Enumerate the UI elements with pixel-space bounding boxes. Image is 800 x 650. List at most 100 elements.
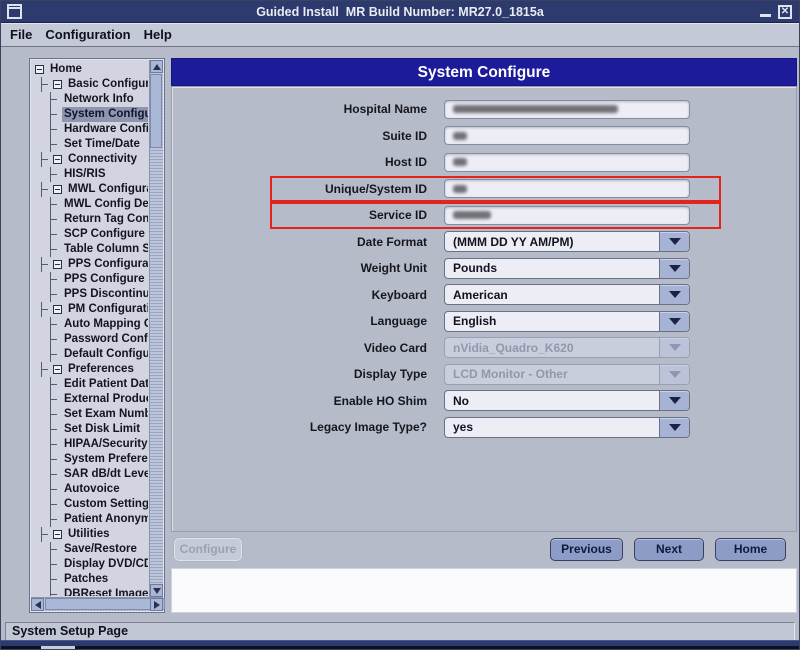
collapse-minus-icon[interactable] — [53, 80, 62, 89]
tree-item-default-configurat[interactable]: Default Configurat — [33, 347, 148, 362]
tree-item-edit-patient-data[interactable]: Edit Patient Data — [33, 377, 148, 392]
video-card-dropdown: nVidia_Quadro_K620 — [444, 337, 690, 358]
chevron-down-icon[interactable] — [659, 391, 689, 410]
tree-item-pps-configuration[interactable]: PPS Configuration — [33, 257, 148, 272]
close-button[interactable]: ✕ — [778, 5, 792, 19]
collapse-minus-icon[interactable] — [53, 305, 62, 314]
tree-item-label: Set Disk Limit — [62, 422, 142, 437]
collapse-minus-icon[interactable] — [53, 530, 62, 539]
unique-system-id-field[interactable] — [444, 179, 690, 198]
collapse-minus-icon[interactable] — [53, 260, 62, 269]
tree-item-set-exam-number[interactable]: Set Exam Number — [33, 407, 148, 422]
scroll-right-icon[interactable] — [150, 598, 163, 611]
tree-item-basic-configuration[interactable]: Basic Configuration — [33, 77, 148, 92]
tree-item-preferences[interactable]: Preferences — [33, 362, 148, 377]
tree-item-display-dvd-cd-r[interactable]: Display DVD/CD-R — [33, 557, 148, 572]
tree-item-patient-anonymiza[interactable]: Patient Anonymiza — [33, 512, 148, 527]
chevron-down-icon[interactable] — [659, 285, 689, 304]
tree-connector — [50, 287, 59, 302]
chevron-down-icon[interactable] — [659, 312, 689, 331]
field-label-suite-id: Suite ID — [172, 129, 444, 143]
tree-item-autovoice[interactable]: Autovoice — [33, 482, 148, 497]
tree-item-connectivity[interactable]: Connectivity — [33, 152, 148, 167]
system-configure-form: Hospital NameSuite IDHost IDUnique/Syste… — [171, 86, 797, 532]
collapse-minus-icon[interactable] — [35, 65, 44, 74]
tree-connector — [50, 542, 59, 557]
horizontal-scroll-thumb[interactable] — [45, 598, 165, 610]
tree-item-save-restore[interactable]: Save/Restore — [33, 542, 148, 557]
field-label-host-id: Host ID — [172, 155, 444, 169]
scroll-left-icon[interactable] — [31, 598, 44, 611]
date-format-dropdown[interactable]: (MMM DD YY AM/PM) — [444, 231, 690, 252]
tree-item-network-info[interactable]: Network Info — [33, 92, 148, 107]
tree-item-label: Auto Mapping Con — [62, 317, 148, 332]
tree-item-his-ris[interactable]: HIS/RIS — [33, 167, 148, 182]
chevron-down-icon[interactable] — [659, 259, 689, 278]
configure-button[interactable]: Configure — [174, 538, 242, 561]
tree-item-pm-configuration[interactable]: PM Configuration — [33, 302, 148, 317]
tree-horizontal-scrollbar[interactable] — [31, 597, 163, 611]
tree-vertical-scrollbar[interactable] — [149, 60, 163, 597]
tree-connector — [41, 362, 50, 377]
keyboard-dropdown[interactable]: American — [444, 284, 690, 305]
tree-item-hipaa-security[interactable]: HIPAA/Security — [33, 437, 148, 452]
vertical-scroll-thumb[interactable] — [150, 74, 162, 148]
host-id-field[interactable] — [444, 153, 690, 172]
tree-item-set-time-date[interactable]: Set Time/Date — [33, 137, 148, 152]
tree-connector — [50, 437, 59, 452]
menu-configuration[interactable]: Configuration — [45, 27, 130, 42]
tree-item-utilities[interactable]: Utilities — [33, 527, 148, 542]
suite-id-field[interactable] — [444, 126, 690, 145]
tree-item-system-configure[interactable]: System Configure — [33, 107, 148, 122]
collapse-minus-icon[interactable] — [53, 155, 62, 164]
tree-item-hardware-configur[interactable]: Hardware Configur — [33, 122, 148, 137]
tree-item-auto-mapping-con[interactable]: Auto Mapping Con — [33, 317, 148, 332]
enable-ho-shim-dropdown[interactable]: No — [444, 390, 690, 411]
tree-item-label: MWL Configuration — [66, 182, 148, 197]
collapse-minus-icon[interactable] — [53, 365, 62, 374]
tree-item-sar-db-dt-level[interactable]: SAR dB/dt Level — [33, 467, 148, 482]
chevron-down-icon[interactable] — [659, 232, 689, 251]
tree-item-home[interactable]: Home — [33, 62, 148, 77]
status-bar: System Setup Page — [5, 622, 795, 641]
tree-item-scp-configure[interactable]: SCP Configure — [33, 227, 148, 242]
language-dropdown[interactable]: English — [444, 311, 690, 332]
tree-item-external-product-co[interactable]: External Product Co — [33, 392, 148, 407]
previous-button[interactable]: Previous — [550, 538, 623, 561]
home-button[interactable]: Home — [715, 538, 786, 561]
tree-item-mwl-config-detail[interactable]: MWL Config Detail — [33, 197, 148, 212]
tree-item-system-preferences[interactable]: System Preferences — [33, 452, 148, 467]
minimize-button[interactable] — [760, 14, 771, 17]
chevron-down-icon — [659, 365, 689, 384]
tree-item-pps-discontinue-re[interactable]: PPS Discontinue Re — [33, 287, 148, 302]
tree-connector — [50, 332, 59, 347]
tree-connector — [50, 377, 59, 392]
tree-connector — [50, 167, 59, 182]
menu-file[interactable]: File — [10, 27, 32, 42]
collapse-minus-icon[interactable] — [53, 185, 62, 194]
tree-item-label: PM Configuration — [66, 302, 148, 317]
chevron-down-icon[interactable] — [659, 418, 689, 437]
tree-item-table-column-sele[interactable]: Table Column Sele — [33, 242, 148, 257]
form-row-enable-ho-shim: Enable HO ShimNo — [172, 388, 796, 415]
tree-item-set-disk-limit[interactable]: Set Disk Limit — [33, 422, 148, 437]
tree-item-patches[interactable]: Patches — [33, 572, 148, 587]
tree-connector — [50, 197, 59, 212]
weight-unit-dropdown[interactable]: Pounds — [444, 258, 690, 279]
tree-item-pps-configure[interactable]: PPS Configure — [33, 272, 148, 287]
tree-item-dbreset-image-ex[interactable]: DBReset Image/Ex — [33, 587, 148, 596]
service-id-field[interactable] — [444, 206, 690, 225]
tree-connector — [41, 257, 50, 272]
tree-item-password-configur[interactable]: Password Configur — [33, 332, 148, 347]
scroll-down-icon[interactable] — [150, 584, 163, 597]
tree-item-return-tag-configu[interactable]: Return Tag Configu — [33, 212, 148, 227]
tree-item-mwl-configuration[interactable]: MWL Configuration — [33, 182, 148, 197]
dropdown-selected-value: (MMM DD YY AM/PM) — [453, 235, 573, 249]
hospital-name-field[interactable] — [444, 100, 690, 119]
next-button[interactable]: Next — [634, 538, 704, 561]
scroll-up-icon[interactable] — [150, 60, 163, 73]
dropdown-selected-value: English — [453, 314, 496, 328]
tree-item-custom-settings[interactable]: Custom Settings — [33, 497, 148, 512]
legacy-image-type-dropdown[interactable]: yes — [444, 417, 690, 438]
menu-help[interactable]: Help — [144, 27, 172, 42]
